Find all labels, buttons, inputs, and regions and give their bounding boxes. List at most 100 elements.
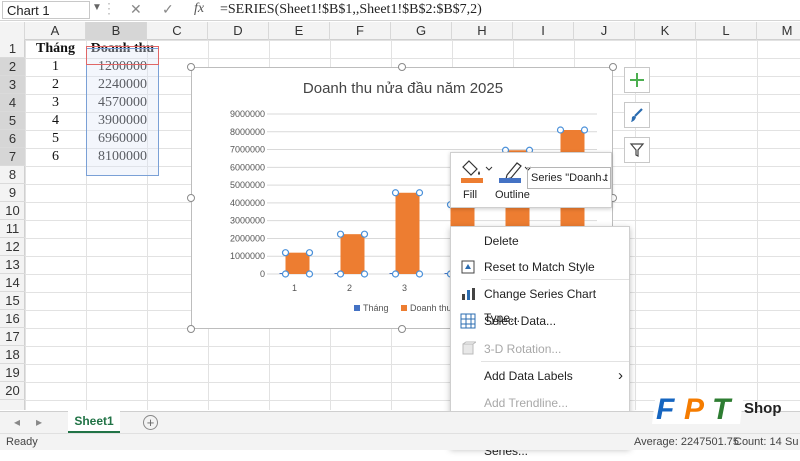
row-header-20[interactable]: 20 <box>0 382 25 400</box>
column-header-j[interactable]: J <box>574 22 635 40</box>
menu-item-add-data-labels[interactable]: Add Data Labels › <box>451 364 631 388</box>
menu-item-change-series-chart-type[interactable]: Change Series Chart Type... <box>451 282 631 325</box>
chart-resize-handle[interactable] <box>398 325 406 333</box>
formula-input[interactable]: =SERIES(Sheet1!$B$1,,Sheet1!$B$2:$B$7,2) <box>220 2 482 18</box>
y-tick-label: 5000000 <box>230 180 265 190</box>
menu-item-label: Add Data Labels <box>484 369 573 383</box>
logo-shop-text: Shop <box>744 400 782 417</box>
row-header-2[interactable]: 2 <box>0 58 25 76</box>
row-header-19[interactable]: 19 <box>0 364 25 382</box>
menu-item-label: Reset to Match Style <box>484 260 595 274</box>
x-tick-label: 2 <box>347 283 352 293</box>
column-header-f[interactable]: F <box>330 22 391 40</box>
row-header-12[interactable]: 12 <box>0 238 25 256</box>
column-header-l[interactable]: L <box>696 22 757 40</box>
row-header-14[interactable]: 14 <box>0 274 25 292</box>
column-header-d[interactable]: D <box>208 22 269 40</box>
cell-month[interactable]: 5 <box>25 130 86 148</box>
menu-item-select-data[interactable]: Select Data... <box>451 309 631 333</box>
formula-bar: Chart 1 ▼ ⋮ ✕ ✓ fx =SERIES(Sheet1!$B$1,,… <box>0 0 800 21</box>
menu-item-delete[interactable]: Delete <box>451 229 631 253</box>
status-sum: Su <box>785 436 799 448</box>
row-header-18[interactable]: 18 <box>0 346 25 364</box>
column-header-e[interactable]: E <box>269 22 330 40</box>
row-header-7[interactable]: 7 <box>0 148 25 166</box>
column-header-h[interactable]: H <box>452 22 513 40</box>
legend-swatch-doanh-thu <box>401 305 407 311</box>
fill-button[interactable]: Fill <box>459 157 493 203</box>
row-header-3[interactable]: 3 <box>0 76 25 94</box>
bar-selection-handle <box>336 230 345 238</box>
row-headers: 1 2 3 4 5 6 7 8 9 10 11 12 13 14 15 16 17 18 19 20 <box>0 40 25 410</box>
row-header-10[interactable]: 10 <box>0 202 25 220</box>
row-header-1[interactable]: 1 <box>0 40 25 58</box>
name-box[interactable]: Chart 1 <box>2 1 90 19</box>
y-tick-label: 8000000 <box>230 127 265 137</box>
row-header-8[interactable]: 8 <box>0 166 25 184</box>
header-cell-thang[interactable]: Tháng <box>25 40 86 58</box>
chevron-down-icon[interactable]: ▼ <box>92 2 102 13</box>
row-header-11[interactable]: 11 <box>0 220 25 238</box>
column-header-k[interactable]: K <box>635 22 696 40</box>
column-header-b[interactable]: B <box>86 22 147 40</box>
chart-filters-button[interactable] <box>624 137 650 163</box>
menu-item-label: Delete <box>484 234 519 248</box>
series-select[interactable]: Series "Doanh t ⌄ <box>527 167 611 189</box>
column-header-i[interactable]: I <box>513 22 574 40</box>
chart-resize-handle[interactable] <box>187 194 195 202</box>
chart-resize-handle[interactable] <box>398 63 406 71</box>
submenu-arrow-icon: › <box>618 367 623 384</box>
legend-label-thang: Tháng <box>363 303 389 313</box>
column-header-m[interactable]: M <box>757 22 800 40</box>
x-tick-label: 3 <box>402 283 407 293</box>
cell-month[interactable]: 4 <box>25 112 86 130</box>
bar-selection-handle <box>281 249 290 257</box>
cell-month[interactable]: 6 <box>25 148 86 166</box>
column-header-g[interactable]: G <box>391 22 452 40</box>
bar-selection-handle <box>391 270 400 278</box>
y-tick-label: 1000000 <box>230 251 265 261</box>
enter-check-icon[interactable]: ✓ <box>162 1 174 18</box>
row-header-5[interactable]: 5 <box>0 112 25 130</box>
bar-selection-handle <box>305 270 314 278</box>
bar-selection-handle <box>580 126 589 134</box>
add-sheet-icon[interactable]: + <box>143 415 158 430</box>
chart-styles-button[interactable] <box>624 102 650 128</box>
sheet-tab-sheet1[interactable]: Sheet1 <box>68 411 120 433</box>
status-ready: Ready <box>6 436 38 448</box>
row-header-9[interactable]: 9 <box>0 184 25 202</box>
menu-item-3-d-rotation[interactable]: 3-D Rotation... <box>451 337 631 361</box>
cancel-icon[interactable]: ✕ <box>130 1 142 18</box>
bar-doanh-thu <box>285 252 310 274</box>
row-header-4[interactable]: 4 <box>0 94 25 112</box>
chart-resize-handle[interactable] <box>187 325 195 333</box>
selected-range <box>86 48 159 176</box>
chart-resize-handle[interactable] <box>187 63 195 71</box>
insert-function-icon[interactable]: fx <box>194 1 204 17</box>
menu-item-reset-to-match-style[interactable]: Reset to Match Style <box>451 255 631 279</box>
scroll-left-icon[interactable]: ◂ <box>14 415 20 429</box>
y-tick-label: 4000000 <box>230 198 265 208</box>
row-header-13[interactable]: 13 <box>0 256 25 274</box>
row-header-6[interactable]: 6 <box>0 130 25 148</box>
chart-resize-handle[interactable] <box>609 63 617 71</box>
column-header-c[interactable]: C <box>147 22 208 40</box>
reset-style-icon <box>461 260 475 274</box>
status-average: Average: 2247501.75 <box>634 436 739 448</box>
outline-label: Outline <box>495 189 530 201</box>
menu-separator <box>481 279 629 280</box>
cell-month[interactable]: 2 <box>25 76 86 94</box>
column-header-a[interactable]: A <box>25 22 86 40</box>
fill-bucket-icon <box>461 160 493 183</box>
cell-month[interactable]: 1 <box>25 58 86 76</box>
bar-selection-handle <box>281 270 290 278</box>
scroll-right-icon[interactable]: ▸ <box>36 415 42 429</box>
menu-separator <box>481 361 629 362</box>
cell-month[interactable]: 3 <box>25 94 86 112</box>
row-header-15[interactable]: 15 <box>0 292 25 310</box>
row-header-17[interactable]: 17 <box>0 328 25 346</box>
select-all-corner[interactable] <box>0 22 25 40</box>
series-name-range-highlight <box>86 46 159 65</box>
row-header-16[interactable]: 16 <box>0 310 25 328</box>
chart-elements-button[interactable] <box>624 67 650 93</box>
